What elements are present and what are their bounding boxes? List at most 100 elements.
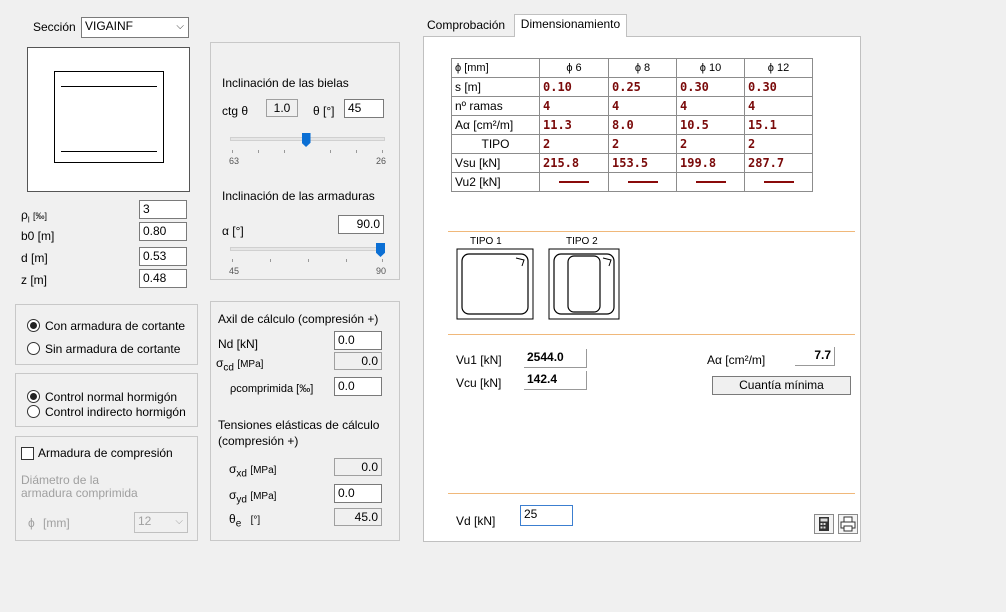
table-cell: 4: [676, 96, 745, 116]
te-value: 45.0: [334, 508, 382, 526]
bottom-rebar-line: [61, 151, 157, 152]
tipo1-label: TIPO 1: [470, 236, 502, 247]
row-label: Vu2 [kN]: [451, 172, 540, 192]
radio-con-armadura[interactable]: [27, 319, 40, 332]
vd-input[interactable]: 25: [520, 505, 573, 526]
compression-checkbox[interactable]: [21, 447, 34, 460]
diam-value: 12: [138, 514, 152, 528]
table-row: Vsu [kN] 215.8 153.5 199.8 287.7: [451, 153, 813, 173]
tipo2-label: TIPO 2: [566, 236, 598, 247]
tab-comprobacion[interactable]: Comprobación: [423, 16, 514, 36]
z-input[interactable]: 0.48: [139, 269, 187, 288]
table-cell: 0.25: [608, 77, 677, 97]
radio-sin-armadura[interactable]: [27, 342, 40, 355]
table-cell: 4: [744, 96, 813, 116]
ctg-value: 1.0: [266, 99, 298, 117]
nd-label: Nd [kN]: [218, 337, 259, 351]
tab-dimensionamiento[interactable]: Dimensionamiento: [514, 14, 627, 37]
mm-label: [mm]: [43, 516, 70, 530]
table-cell: 2: [676, 134, 745, 154]
armaduras-title: Inclinación de las armaduras: [222, 189, 375, 203]
table-row: nº ramas 4 4 4 4: [451, 96, 813, 116]
cuantia-minima-button[interactable]: Cuantía mínima: [712, 376, 851, 395]
section-select[interactable]: VIGAINF ⌵: [81, 17, 189, 38]
radio-control-normal[interactable]: [27, 390, 40, 403]
armaduras-slider-min: 45: [229, 266, 240, 276]
print-icon[interactable]: [838, 514, 858, 534]
table-cell: 11.3: [539, 115, 609, 135]
diam-label-2: armadura comprimida: [21, 486, 138, 500]
row-label: nº ramas: [451, 96, 540, 116]
dash-mark: —: [559, 181, 589, 184]
table-header: ϕ [mm] ϕ 6 ϕ 8 ϕ 10 ϕ 12: [451, 58, 813, 78]
aa-value: 7.7: [795, 347, 835, 366]
vu1-label: Vu1 [kN]: [456, 353, 502, 367]
dash-mark: —: [627, 181, 658, 184]
scd-value: 0.0: [334, 352, 382, 370]
vu1-value: 2544.0: [524, 349, 587, 368]
theta-input[interactable]: 45: [344, 99, 384, 118]
tens-title-1: Tensiones elásticas de cálculo: [218, 418, 380, 432]
section-label: Sección: [33, 20, 76, 34]
bielas-slider-min: 63: [229, 156, 240, 166]
section-outline: [54, 71, 164, 163]
compression-checkbox-label: Armadura de compresión: [38, 446, 173, 460]
row-label: Vsu [kN]: [451, 153, 540, 173]
vd-label: Vd [kN]: [456, 514, 496, 528]
table-cell: 2: [744, 134, 813, 154]
separator-line: [448, 334, 855, 335]
table-row: Vu2 [kN] — — — —: [451, 172, 813, 192]
table-cell: —: [676, 172, 745, 192]
scd-label: σcd [MPa]: [216, 356, 264, 374]
nd-input[interactable]: 0.0: [334, 331, 382, 350]
table-cell: 0.10: [539, 77, 609, 97]
header-cell: ϕ [mm]: [451, 58, 540, 78]
tens-title-2: (compresión +): [218, 434, 299, 448]
alpha-input[interactable]: 90.0: [338, 215, 384, 234]
sxd-label: σxd [MPa]: [229, 462, 277, 480]
table-cell: 10.5: [676, 115, 745, 135]
ctg-label: ctg θ: [222, 104, 249, 118]
rho-comp-input[interactable]: 0.0: [334, 377, 382, 396]
diam-label-1: Diámetro de la: [21, 473, 100, 487]
table-cell: 2: [608, 134, 677, 154]
table-cell: —: [608, 172, 677, 192]
phi-label: ϕ: [28, 516, 35, 530]
header-cell: ϕ 8: [608, 58, 677, 78]
section-preview: [27, 47, 190, 192]
vcu-value: 142.4: [524, 371, 587, 390]
radio-control-normal-label: Control normal hormigón: [45, 390, 178, 404]
table-row: s [m] 0.10 0.25 0.30 0.30: [451, 77, 813, 97]
armaduras-slider-track[interactable]: [230, 247, 385, 251]
chevron-down-icon: ⌵: [176, 21, 184, 32]
radio-control-indirecto[interactable]: [27, 405, 40, 418]
alpha-label: α [°]: [222, 224, 244, 238]
table-cell: 0.30: [676, 77, 745, 97]
bielas-title: Inclinación de las bielas: [222, 76, 349, 90]
b0-input[interactable]: 0.80: [139, 222, 187, 241]
row-label: Aα [cm²/m]: [451, 115, 540, 135]
rho-l-input[interactable]: 3: [139, 200, 187, 219]
diam-select[interactable]: 12 ⌵: [134, 512, 188, 533]
syd-label: σyd [MPa]: [229, 488, 277, 506]
header-cell: ϕ 6: [539, 58, 609, 78]
d-input[interactable]: 0.53: [139, 247, 187, 266]
aa-label: Aα [cm²/m]: [707, 353, 766, 367]
chevron-down-icon: ⌵: [175, 516, 183, 527]
bielas-slider-max: 26: [376, 156, 387, 166]
table-cell: 287.7: [744, 153, 813, 173]
syd-input[interactable]: 0.0: [334, 484, 382, 503]
header-cell: ϕ 10: [676, 58, 745, 78]
table-cell: 4: [539, 96, 609, 116]
table-cell: 8.0: [608, 115, 677, 135]
axil-title: Axil de cálculo (compresión +): [218, 312, 379, 326]
b0-label: b0 [m]: [21, 229, 55, 243]
row-label: s [m]: [451, 77, 540, 97]
table-cell: —: [744, 172, 813, 192]
armaduras-slider-max: 90: [376, 266, 387, 276]
table-cell: 199.8: [676, 153, 745, 173]
z-label: z [m]: [21, 273, 47, 287]
tipo1-stirrup-icon: [456, 248, 534, 320]
calculator-icon[interactable]: [814, 514, 834, 534]
table-cell: 0.30: [744, 77, 813, 97]
